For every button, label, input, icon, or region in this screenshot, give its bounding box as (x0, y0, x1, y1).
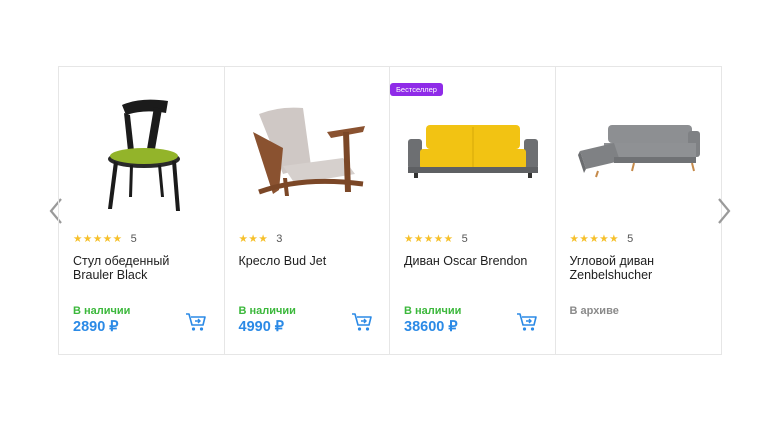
product-price: 38600 ₽ (404, 319, 458, 335)
product-carousel: ★★★★★ 5 Стул обеденный Brauler Black В н… (58, 66, 722, 355)
rating: ★★★★★ 5 (570, 233, 634, 245)
product-title[interactable]: Диван Oscar Brendon (404, 254, 544, 268)
stock-status: В наличии (238, 305, 296, 317)
product-price: 4990 ₽ (238, 319, 285, 335)
dining-chair-image[interactable] (73, 81, 211, 221)
stock-status: В архиве (569, 305, 619, 317)
product-title[interactable]: Стул обеденный Brauler Black (73, 254, 213, 282)
sofa-image[interactable] (404, 81, 542, 221)
stock-status: В наличии (404, 305, 462, 317)
corner-sofa-image[interactable] (570, 81, 708, 221)
product-card[interactable]: ★★★ 3 Кресло Bud Jet В наличии 4990 ₽ (225, 67, 390, 354)
cart-icon (351, 313, 372, 331)
stock-status: В наличии (73, 305, 131, 317)
carousel-next-button[interactable] (714, 194, 734, 228)
star-rating-icon: ★★★★★ (73, 233, 123, 245)
product-card[interactable]: ★★★★★ 5 Угловой диван Zenbelshucher В ар… (556, 67, 722, 354)
rating-count: 5 (627, 233, 634, 245)
product-price: 2890 ₽ (73, 319, 119, 335)
product-title[interactable]: Угловой диван Zenbelshucher (570, 254, 710, 282)
star-rating-icon: ★★★★★ (569, 233, 620, 245)
star-rating-icon: ★★★ (238, 233, 269, 245)
rating-count: 5 (130, 233, 137, 245)
product-card[interactable]: Бестселлер ★★★★★ 5 Диван Oscar Brendon В… (390, 67, 556, 354)
rating-count: 5 (461, 233, 468, 245)
cart-icon (517, 313, 537, 331)
product-title[interactable]: Кресло Bud Jet (239, 254, 379, 268)
product-card[interactable]: ★★★★★ 5 Стул обеденный Brauler Black В н… (59, 67, 225, 354)
star-rating-icon: ★★★★★ (404, 233, 454, 245)
rating: ★★★★★ 5 (404, 233, 468, 245)
rating: ★★★★★ 5 (73, 233, 137, 245)
bestseller-badge: Бестселлер (390, 83, 443, 96)
add-to-cart-button[interactable] (516, 312, 538, 332)
rating-count: 3 (276, 233, 283, 245)
add-to-cart-button[interactable] (185, 312, 207, 332)
cart-icon (186, 313, 206, 331)
rating: ★★★ 3 (239, 233, 283, 245)
chevron-right-icon (718, 198, 731, 224)
add-to-cart-button[interactable] (351, 312, 373, 332)
armchair-image[interactable] (239, 81, 377, 221)
